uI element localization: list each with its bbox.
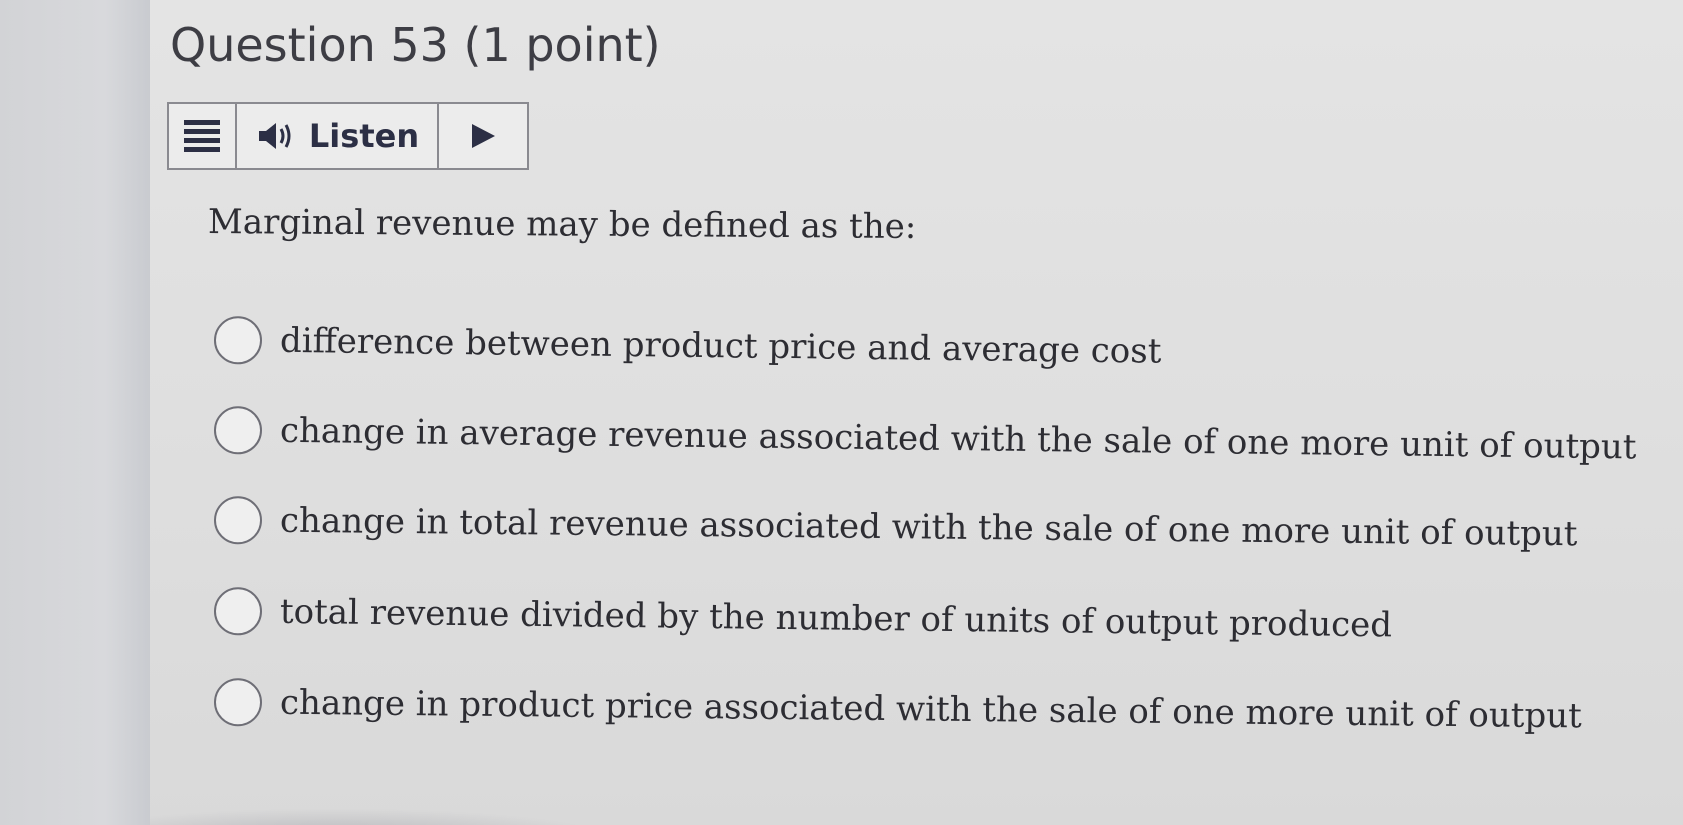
listen-menu-button[interactable] bbox=[169, 104, 237, 168]
menu-icon bbox=[184, 120, 220, 152]
option-label: change in total revenue associated with … bbox=[279, 500, 1578, 555]
radio-button[interactable] bbox=[213, 496, 263, 545]
radio-button[interactable] bbox=[213, 316, 263, 365]
radio-button[interactable] bbox=[213, 678, 263, 727]
play-icon bbox=[472, 124, 495, 148]
listen-toolbar: Listen bbox=[167, 102, 529, 170]
option-label: total revenue divided by the number of u… bbox=[279, 591, 1393, 646]
speaker-icon bbox=[258, 123, 291, 149]
play-button[interactable] bbox=[439, 104, 527, 168]
question-title: Question 53 (1 point) bbox=[170, 18, 661, 72]
question-prompt: Marginal revenue may be defined as the: bbox=[207, 202, 917, 247]
option-label: change in product price associated with … bbox=[279, 682, 1582, 737]
listen-label: Listen bbox=[308, 117, 420, 155]
radio-button[interactable] bbox=[213, 587, 263, 636]
next-question-edge bbox=[150, 808, 610, 825]
radio-button[interactable] bbox=[213, 406, 263, 455]
option-label: difference between product price and ave… bbox=[279, 320, 1162, 372]
left-sidebar-strip bbox=[0, 0, 150, 825]
listen-button[interactable]: Listen bbox=[237, 104, 439, 168]
